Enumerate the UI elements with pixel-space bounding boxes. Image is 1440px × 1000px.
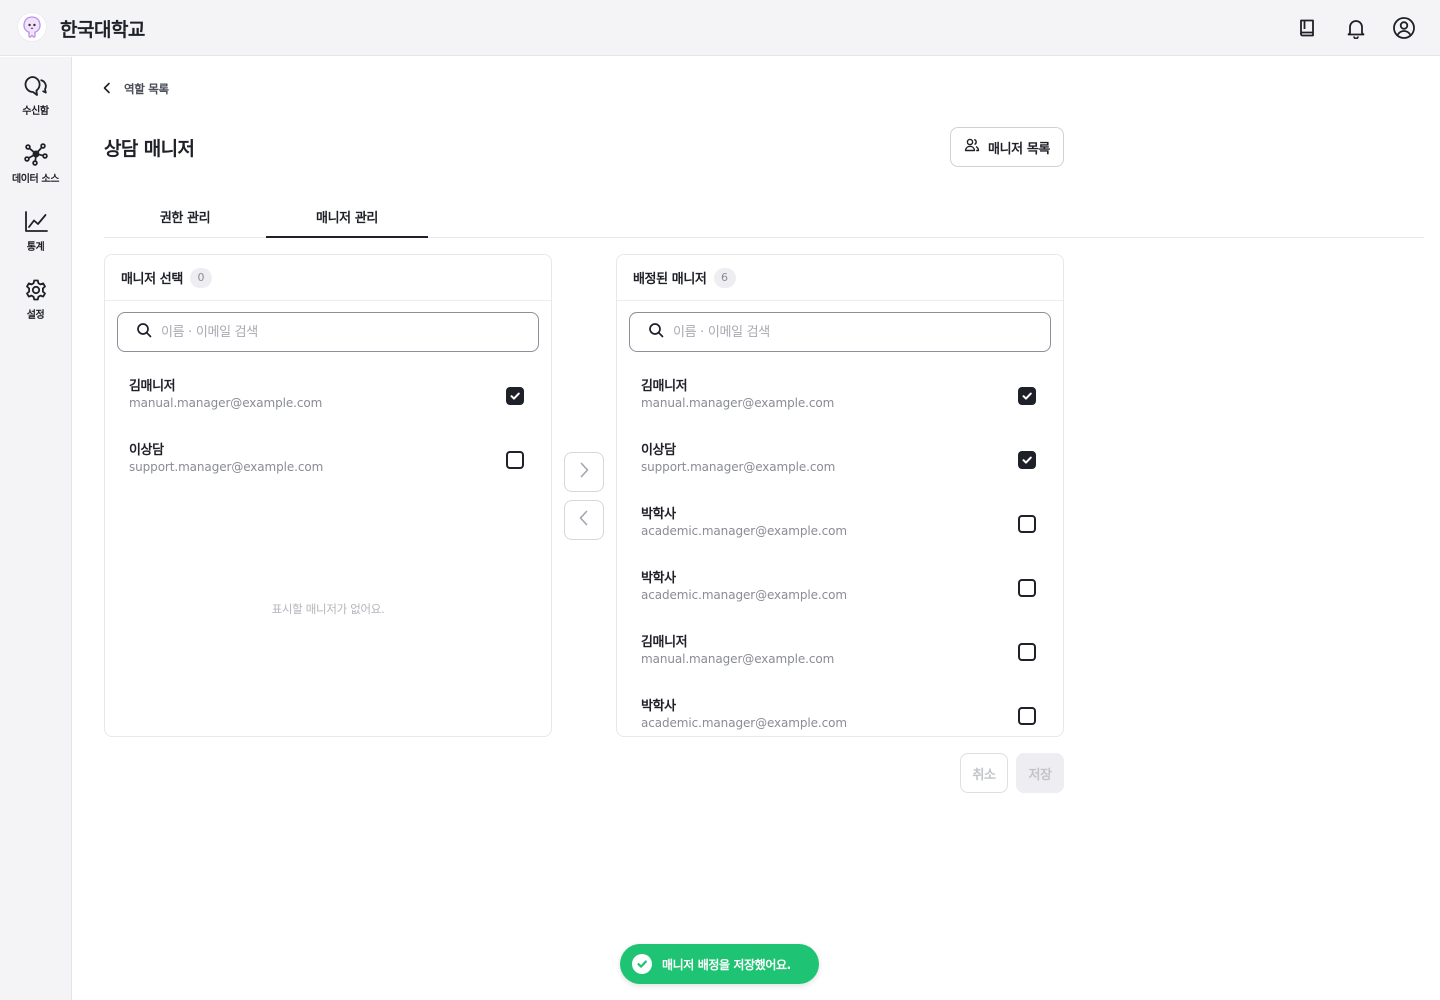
sidebar-item-label: 설정	[26, 310, 45, 321]
organization-name: 한국대학교	[60, 19, 145, 41]
list-item[interactable]: 박학사 academic.manager@example.com	[617, 557, 1063, 621]
sidebar-item-settings[interactable]: 설정	[0, 278, 71, 338]
count-badge: 0	[189, 267, 212, 288]
sidebar-item-label: 통계	[26, 242, 45, 253]
manager-name: 박학사	[641, 699, 676, 714]
gear-icon	[23, 278, 49, 302]
back-to-role-list-link[interactable]: 역할 목록	[100, 80, 169, 98]
checkbox[interactable]	[1018, 643, 1036, 661]
cancel-button[interactable]: 취소	[960, 753, 1008, 793]
manager-list-button[interactable]: 매니저 목록	[950, 127, 1064, 167]
users-icon	[964, 137, 980, 157]
search-field	[117, 312, 539, 352]
tab-manager-management[interactable]: 매니저 관리	[266, 196, 428, 238]
manager-email: manual.manager@example.com	[641, 652, 835, 666]
left-navigation-rail: 수신함 데이터 소스 통계 설정	[0, 57, 72, 1000]
book-icon[interactable]	[1293, 14, 1321, 42]
manager-name: 이상담	[641, 443, 676, 458]
manager-name: 박학사	[641, 571, 676, 586]
manager-name: 박학사	[641, 507, 676, 522]
list-item[interactable]: 김매니저 manual.manager@example.com	[617, 365, 1063, 429]
manager-email: academic.manager@example.com	[641, 716, 847, 730]
search-input[interactable]	[161, 324, 501, 340]
list-item[interactable]: 박학사 academic.manager@example.com	[617, 493, 1063, 557]
chat-bubbles-icon	[23, 74, 49, 98]
user-circle-icon[interactable]	[1390, 14, 1418, 42]
sidebar-item-label: 데이터 소스	[11, 174, 60, 185]
mascot-logo-icon[interactable]	[17, 12, 47, 42]
empty-state-message: 표시할 매니저가 없어요.	[271, 602, 385, 616]
panel-header: 매니저 선택 0	[105, 255, 551, 301]
manager-list-button-label: 매니저 목록	[988, 141, 1050, 157]
manager-name: 이상담	[129, 443, 164, 458]
manager-email: manual.manager@example.com	[641, 396, 835, 410]
back-link-label: 역할 목록	[124, 82, 169, 96]
panel-header: 배정된 매니저 6	[617, 255, 1063, 301]
chevron-left-icon	[100, 80, 114, 99]
manager-email: support.manager@example.com	[129, 460, 324, 474]
bell-icon[interactable]	[1342, 14, 1370, 42]
manager-name: 김매니저	[641, 635, 688, 650]
manager-email: academic.manager@example.com	[641, 524, 847, 538]
list-item[interactable]: 김매니저 manual.manager@example.com	[617, 621, 1063, 685]
checkbox[interactable]	[1018, 515, 1036, 533]
checkbox[interactable]	[1018, 707, 1036, 725]
search-icon	[648, 322, 664, 342]
search-input[interactable]	[673, 324, 1013, 340]
assigned-manager-panel: 배정된 매니저 6 김매니저 manual.manager@example.co…	[616, 254, 1064, 737]
tab-permission-management[interactable]: 권한 관리	[104, 196, 266, 237]
sidebar-item-label: 수신함	[22, 106, 49, 117]
move-to-available-button[interactable]	[564, 500, 604, 540]
manager-name: 김매니저	[641, 379, 688, 394]
page-title: 상담 매니저	[104, 138, 195, 160]
tab-bar: 권한 관리 매니저 관리	[104, 196, 1424, 238]
line-chart-icon	[23, 210, 49, 234]
checkbox[interactable]	[1018, 579, 1036, 597]
search-field	[629, 312, 1051, 352]
sidebar-item-statistics[interactable]: 통계	[0, 210, 71, 270]
list-item[interactable]: 김매니저 manual.manager@example.com	[105, 365, 551, 429]
checkbox-checked[interactable]	[1018, 451, 1036, 469]
panel-title: 매니저 선택	[121, 272, 183, 287]
panel-title: 배정된 매니저	[633, 272, 707, 287]
checkbox-checked[interactable]	[506, 387, 524, 405]
save-button[interactable]: 저장	[1016, 753, 1064, 793]
count-badge: 6	[713, 267, 736, 288]
sidebar-item-inbox[interactable]: 수신함	[0, 74, 71, 134]
manager-name: 김매니저	[129, 379, 176, 394]
checkbox-checked[interactable]	[1018, 387, 1036, 405]
sidebar-item-data-source[interactable]: 데이터 소스	[0, 142, 71, 202]
chevron-left-icon	[576, 509, 592, 531]
checkbox[interactable]	[506, 451, 524, 469]
search-icon	[136, 322, 152, 342]
move-to-assigned-button[interactable]	[564, 452, 604, 492]
manager-email: support.manager@example.com	[641, 460, 836, 474]
manager-email: academic.manager@example.com	[641, 588, 847, 602]
check-circle-icon	[632, 954, 652, 974]
network-nodes-icon	[23, 142, 49, 166]
manager-email: manual.manager@example.com	[129, 396, 323, 410]
list-item[interactable]: 이상담 support.manager@example.com	[617, 429, 1063, 493]
manager-select-panel: 매니저 선택 0 김매니저 manual.manager@example.com…	[104, 254, 552, 737]
list-item[interactable]: 이상담 support.manager@example.com	[105, 429, 551, 493]
success-toast: 매니저 배정을 저장했어요.	[620, 944, 819, 984]
list-item[interactable]: 박학사 academic.manager@example.com	[617, 685, 1063, 736]
chevron-right-icon	[576, 461, 592, 483]
toast-message: 매니저 배정을 저장했어요.	[662, 957, 791, 972]
top-header: 한국대학교	[0, 0, 1440, 56]
